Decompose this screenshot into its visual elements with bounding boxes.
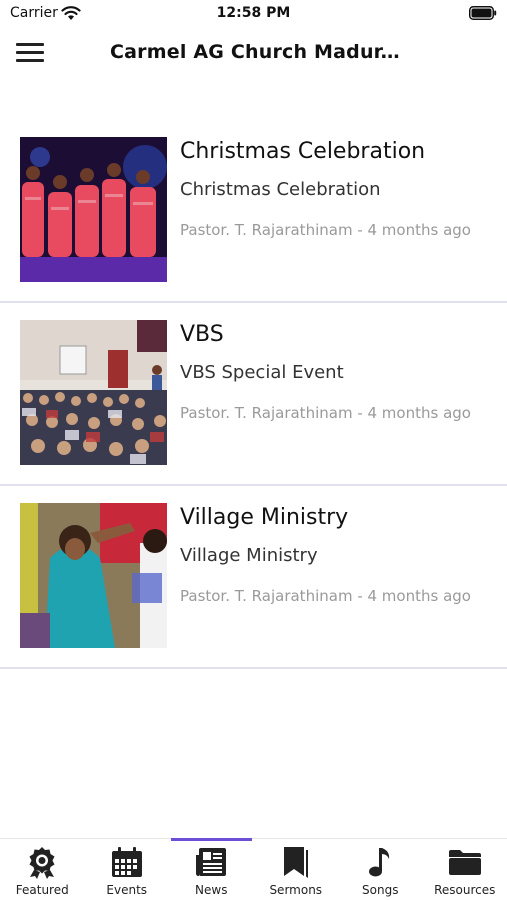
news-subtitle: Christmas Celebration bbox=[180, 179, 381, 200]
menu-icon-line bbox=[16, 43, 44, 46]
tab-label: Events bbox=[106, 883, 148, 897]
news-thumbnail bbox=[20, 320, 167, 465]
tab-label: Resources bbox=[434, 883, 496, 897]
menu-icon-line bbox=[16, 51, 44, 54]
tab-label: News bbox=[195, 883, 228, 897]
vbs-photo bbox=[20, 320, 167, 465]
news-title: VBS bbox=[180, 322, 224, 347]
tab-label: Sermons bbox=[269, 883, 323, 897]
news-meta: Pastor. T. Rajarathinam - 4 months ago bbox=[180, 221, 471, 239]
news-meta: Pastor. T. Rajarathinam - 4 months ago bbox=[180, 587, 471, 605]
page-title: Carmel AG Church Madur... bbox=[110, 41, 400, 63]
news-item-vbs[interactable]: VBS VBS Special Event Pastor. T. Rajarat… bbox=[0, 303, 507, 486]
music-note-icon bbox=[369, 848, 390, 877]
news-thumbnail bbox=[20, 503, 167, 648]
app-header: Carmel AG Church Madur... bbox=[0, 28, 507, 80]
news-list: Christmas Celebration Christmas Celebrat… bbox=[0, 120, 507, 669]
battery-icon bbox=[469, 6, 497, 20]
tab-featured[interactable]: Featured bbox=[0, 839, 85, 900]
news-title: Village Ministry bbox=[180, 505, 349, 530]
news-title: Christmas Celebration bbox=[180, 139, 426, 164]
tab-sermons[interactable]: Sermons bbox=[254, 839, 339, 900]
news-meta: Pastor. T. Rajarathinam - 4 months ago bbox=[180, 404, 471, 422]
news-subtitle: VBS Special Event bbox=[180, 362, 344, 383]
newspaper-icon bbox=[196, 848, 227, 877]
menu-icon-line bbox=[16, 59, 44, 62]
tab-events[interactable]: Events bbox=[85, 839, 170, 900]
tab-songs[interactable]: Songs bbox=[338, 839, 423, 900]
menu-button[interactable] bbox=[14, 40, 48, 66]
folder-icon bbox=[448, 850, 481, 875]
news-subtitle: Village Ministry bbox=[180, 545, 318, 566]
status-bar: Carrier 12:58 PM bbox=[0, 0, 507, 28]
christmas-photo bbox=[20, 137, 167, 282]
calendar-icon bbox=[111, 847, 142, 877]
news-item-christmas-celebration[interactable]: Christmas Celebration Christmas Celebrat… bbox=[0, 120, 507, 303]
news-thumbnail bbox=[20, 137, 167, 282]
bookmark-icon bbox=[283, 847, 308, 878]
bottom-tab-bar: Featured Events News Sermons Songs Resou… bbox=[0, 838, 507, 900]
tab-label: Featured bbox=[15, 883, 69, 897]
award-icon bbox=[29, 847, 55, 879]
news-item-village-ministry[interactable]: Village Ministry Village Ministry Pastor… bbox=[0, 486, 507, 669]
village-ministry-photo bbox=[20, 503, 167, 648]
status-time: 12:58 PM bbox=[216, 5, 291, 21]
tab-news[interactable]: News bbox=[169, 838, 254, 900]
tab-resources[interactable]: Resources bbox=[423, 839, 507, 900]
tab-label: Songs bbox=[362, 883, 399, 897]
